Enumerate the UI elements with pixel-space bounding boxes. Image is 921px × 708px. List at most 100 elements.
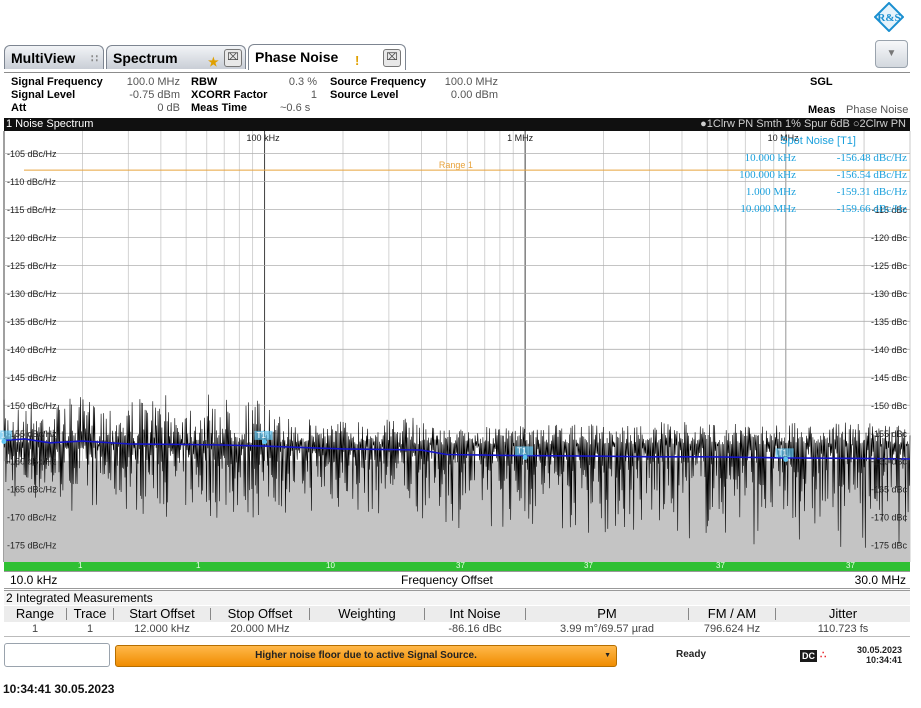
- x-axis-label: Frequency Offset: [401, 573, 493, 587]
- noise-spectrum-plot[interactable]: Range 1 -105 dBc/Hz -110 dBc/Hz -115 dBc/Hz…: [0, 131, 921, 562]
- y-tick-label-right: -145 dBc: [871, 373, 908, 383]
- graph-title: 1 Noise Spectrum: [6, 118, 94, 130]
- col-pm: PM: [597, 606, 617, 621]
- y-tick-label-right: -160 dBc: [871, 457, 908, 467]
- y-tick-label: -175 dBc/Hz: [7, 541, 57, 551]
- tab-settings-icon: ★: [208, 55, 219, 69]
- y-tick-label-right: -135 dBc: [871, 317, 908, 327]
- xcorr-label: XCORR Factor: [191, 89, 268, 101]
- tab-warning-icon: !: [355, 53, 360, 68]
- chevron-down-icon: ▼: [886, 48, 897, 59]
- signal-frequency-value: 100.0 MHz: [126, 76, 180, 88]
- measurement-settings-header: Signal Frequency 100.0 MHz Signal Level …: [4, 72, 910, 119]
- spot-noise-value: -159.31 dBc/Hz: [837, 186, 907, 198]
- status-datetime: 30.05.2023 10:34:41: [846, 645, 902, 665]
- integrated-measurements-header: Range Trace Start Offset Stop Offset Wei…: [4, 606, 910, 622]
- y-tick-label-right: -150 dBc: [871, 401, 908, 411]
- cell-range: 1: [31, 623, 39, 635]
- meas-label: Meas: [808, 104, 836, 116]
- tab-phase-noise[interactable]: Phase Noise ! ⌧: [248, 44, 406, 70]
- y-tick-label-right: -170 dBc: [871, 513, 908, 523]
- y-tick-label-right: -130 dBc: [871, 289, 908, 299]
- marker-label: T1: [0, 431, 6, 440]
- integrated-measurements-title: 2 Integrated Measurements: [4, 590, 910, 605]
- y-tick-label: -150 dBc/Hz: [7, 401, 57, 411]
- spot-noise-offset: 1.000 MHz: [746, 186, 796, 198]
- marker-label: T1: [257, 431, 267, 440]
- cell-pm: 3.99 m°/69.57 µrad: [560, 623, 654, 635]
- rbw-label: RBW: [191, 76, 218, 88]
- x-axis-stop: 30.0 MHz: [854, 573, 906, 587]
- cell-int-noise: -86.16 dBc: [448, 623, 502, 635]
- source-level-value: 0.00 dBm: [450, 89, 498, 101]
- meas-time-value: ~0.6 s: [280, 102, 311, 114]
- signal-level-value: -0.75 dBm: [129, 89, 180, 101]
- status-input-box[interactable]: [4, 643, 110, 667]
- x-tick-label: 1 MHz: [507, 133, 534, 143]
- tab-multiview[interactable]: MultiView ∷: [4, 45, 104, 69]
- marker-point: [262, 439, 268, 445]
- source-frequency-label: Source Frequency: [330, 76, 426, 88]
- tab-multiview-label: MultiView: [11, 50, 76, 66]
- status-message[interactable]: Higher noise floor due to active Signal …: [115, 645, 617, 667]
- col-int-noise: Int Noise: [449, 606, 501, 621]
- spot-noise-offset: 10.000 MHz: [740, 203, 796, 215]
- spot-noise-offset: 100.000 kHz: [739, 169, 796, 181]
- y-tick-label: -105 dBc/Hz: [7, 149, 57, 159]
- y-tick-label: -125 dBc/Hz: [7, 261, 57, 271]
- y-tick-label: -170 dBc/Hz: [7, 513, 57, 523]
- menu-dropdown-button[interactable]: ▼: [875, 40, 908, 68]
- y-tick-label-right: -175 dBc: [871, 541, 908, 551]
- marker-point: [522, 454, 528, 460]
- y-tick-label: -110 dBc/Hz: [7, 177, 56, 187]
- y-tick-label: -140 dBc/Hz: [7, 345, 57, 355]
- col-range: Range: [15, 606, 55, 621]
- status-ready: Ready: [676, 649, 707, 660]
- y-tick-label-right: -165 dBc: [871, 485, 908, 495]
- y-tick-label-right: -120 dBc: [871, 233, 908, 243]
- att-label: Att: [11, 102, 27, 114]
- range-segment-label: 1: [78, 561, 83, 570]
- range-label: Range 1: [439, 160, 473, 170]
- col-weighting: Weighting: [338, 606, 396, 621]
- marker-point: [783, 456, 789, 462]
- y-tick-label-right: -155 dBc: [871, 429, 908, 439]
- att-value: 0 dB: [157, 102, 180, 114]
- cell-fm-am: 796.624 Hz: [703, 623, 761, 635]
- signal-level-label: Signal Level: [11, 89, 76, 101]
- footer-timestamp: 10:34:41 30.05.2023: [3, 682, 115, 696]
- y-tick-label: -135 dBc/Hz: [7, 317, 57, 327]
- col-fm-am: FM / AM: [707, 606, 757, 621]
- y-tick-label: -130 dBc/Hz: [7, 289, 57, 299]
- table-row[interactable]: 1 1 12.000 kHz 20.000 MHz -86.16 dBc 3.9…: [4, 622, 910, 637]
- y-tick-label-right: -140 dBc: [871, 345, 908, 355]
- y-tick-label: -115 dBc/Hz: [7, 205, 56, 215]
- tab-phase-noise-close-icon[interactable]: ⌧: [383, 49, 401, 67]
- status-time: 10:34:41: [865, 655, 902, 665]
- rohde-schwarz-logo-icon: R&S: [874, 2, 904, 32]
- tab-spectrum-close-icon[interactable]: ⌧: [224, 49, 242, 67]
- status-date: 30.05.2023: [856, 645, 902, 655]
- range-segment-bar: 1 1 10 37 37 37 37: [4, 561, 910, 571]
- spot-noise-value: -156.54 dBc/Hz: [837, 169, 907, 181]
- tab-spectrum-label: Spectrum: [113, 50, 178, 66]
- y-tick-label: -165 dBc/Hz: [7, 485, 57, 495]
- range-segment-label: 1: [196, 561, 201, 570]
- col-start-offset: Start Offset: [129, 606, 195, 621]
- range-segment-label: 37: [584, 561, 593, 570]
- source-frequency-value: 100.0 MHz: [444, 76, 498, 88]
- cell-start-offset: 12.000 kHz: [134, 623, 190, 635]
- marker-point: [1, 439, 7, 445]
- sgl-indicator: SGL: [810, 76, 833, 88]
- activity-dots-icon: ∴: [820, 650, 826, 661]
- status-message-text: Higher noise floor due to active Signal …: [255, 650, 477, 661]
- signal-frequency-label: Signal Frequency: [11, 76, 103, 88]
- marker-label: T1: [778, 448, 788, 457]
- svg-text:R&S: R&S: [877, 12, 900, 24]
- chevron-down-icon: ▼: [604, 652, 611, 659]
- rbw-value: 0.3 %: [288, 76, 317, 88]
- col-jitter: Jitter: [828, 606, 858, 621]
- meas-time-label: Meas Time: [191, 102, 248, 114]
- cell-trace: 1: [86, 623, 94, 635]
- tab-spectrum[interactable]: Spectrum ★ ⌧: [106, 45, 246, 69]
